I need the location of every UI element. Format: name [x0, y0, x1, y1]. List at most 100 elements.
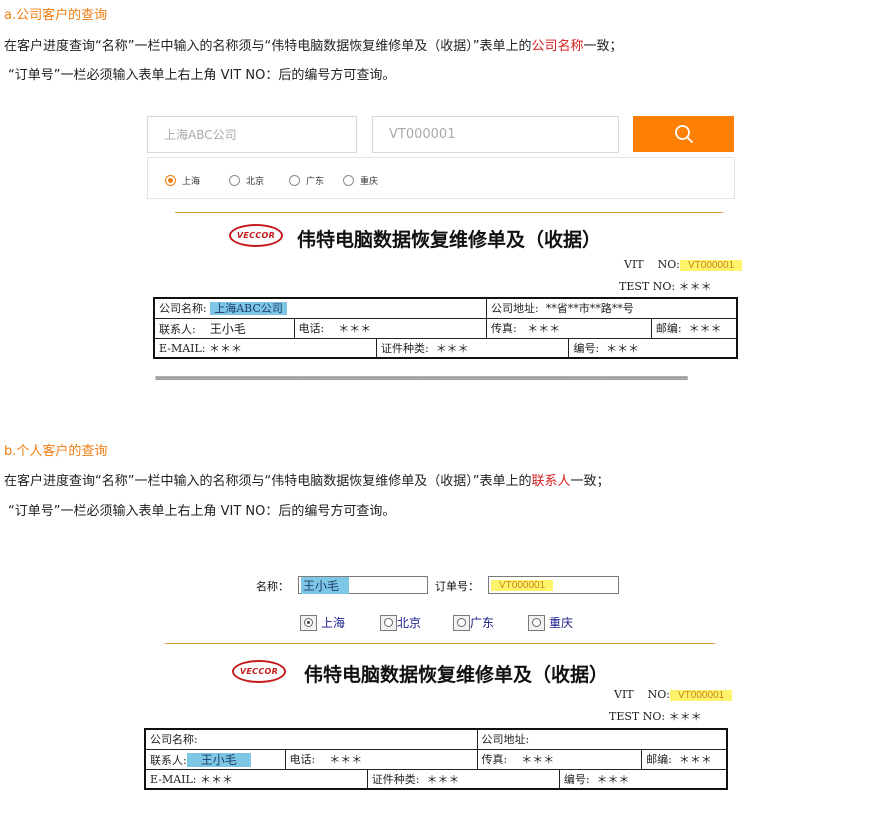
- form-b-divider: [165, 643, 715, 644]
- radio-selected-icon: [165, 175, 176, 186]
- form-a-separator: ========================================…: [155, 373, 688, 384]
- contact-label: 联系人:: [159, 322, 196, 336]
- fax-value: ＊＊＊: [527, 322, 561, 335]
- company-name-input[interactable]: 上海ABC公司: [147, 116, 357, 153]
- no-label: NO:: [657, 258, 680, 271]
- form-b-test-row: TEST NO: ＊＊＊: [609, 708, 702, 724]
- city-label: 北京: [397, 616, 422, 630]
- line1-end: 一致；: [583, 39, 623, 54]
- id-number-label: 编号:: [563, 772, 590, 786]
- phone-label: 电话:: [289, 753, 316, 766]
- city-radio-shanghai[interactable]: 上海: [165, 174, 200, 187]
- id-number-label: 编号:: [573, 341, 600, 355]
- zip-label: 邮编:: [655, 322, 682, 335]
- name-value: 王小毛: [301, 576, 350, 594]
- company-label: 公司名称:: [150, 733, 198, 747]
- id-number-value: ＊＊＊: [596, 772, 630, 786]
- contact-value: 王小毛: [209, 321, 246, 336]
- section-a-title: a.公司客户的查询: [4, 8, 108, 23]
- form-a-test-row: TEST NO: ＊＊＊: [619, 278, 712, 294]
- section-a-line2: “订单号”一栏必须输入表单上右上角 VIT NO：后的编号方可查询。: [8, 68, 396, 83]
- form-b-title: 伟特电脑数据恢复维修单及（收据）: [304, 664, 609, 686]
- address-cell: 公司地址:: [476, 728, 728, 750]
- radio-icon: [343, 175, 354, 186]
- contact-value: 王小毛: [186, 752, 251, 767]
- order-label: 订单号：: [435, 580, 479, 593]
- city-label: 北京: [246, 177, 265, 187]
- radio-icon: [380, 614, 397, 631]
- company-cell: 公司名称:: [144, 728, 478, 750]
- form-b-vit-row: VIT NO: VT000001: [614, 688, 733, 701]
- table-row: 联系人: 王小毛 电话: ＊＊＊ 传真: ＊＊＊ 邮编: ＊＊＊: [144, 748, 728, 770]
- email-value: ＊＊＊: [200, 772, 234, 786]
- name-input[interactable]: 王小毛: [298, 576, 428, 594]
- city-radio-guangdong[interactable]: 广东: [289, 174, 324, 187]
- old-city-radio-chongqing[interactable]: 重庆: [528, 614, 573, 631]
- line1-end: 一致；: [570, 474, 610, 489]
- section-b-line2: “订单号”一栏必须输入表单上右上角 VIT NO：后的编号方可查询。: [8, 504, 396, 519]
- id-type-cell: 证件种类: ＊＊＊: [366, 768, 560, 790]
- radio-icon: [453, 614, 470, 631]
- city-radio-chongqing[interactable]: 重庆: [343, 174, 378, 187]
- radio-icon: [528, 614, 545, 631]
- test-no-value: ＊＊＊: [678, 280, 712, 293]
- form-a-title: 伟特电脑数据恢复维修单及（收据）: [297, 229, 602, 251]
- radio-icon: [229, 175, 240, 186]
- order-input[interactable]: VT000001: [488, 576, 619, 594]
- vit-number: VT000001: [680, 260, 743, 271]
- order-number-input[interactable]: VT000001: [372, 116, 619, 153]
- table-row: E-MAIL: ＊＊＊ 证件种类: ＊＊＊ 编号: ＊＊＊: [144, 768, 728, 790]
- section-b-line1: 在客户进度查询“名称”一栏中输入的名称须与“伟特电脑数据恢复维修单及（收据）”表…: [4, 470, 609, 489]
- city-label: 广东: [306, 177, 325, 187]
- city-label: 上海: [321, 616, 346, 630]
- email-value: ＊＊＊: [209, 341, 243, 355]
- id-type-cell: 证件种类: ＊＊＊: [375, 337, 570, 359]
- address-label: 公司地址:: [490, 302, 539, 316]
- contact-cell: 联系人: 王小毛: [144, 748, 286, 770]
- test-no-label: TEST NO:: [609, 710, 666, 723]
- fax-value: ＊＊＊: [521, 753, 555, 766]
- table-row: 公司名称: 上海ABC公司 公司地址: **省**市**路**号: [153, 297, 738, 319]
- city-label: 重庆: [549, 616, 574, 630]
- veccor-logo: VECCOR: [229, 224, 283, 247]
- section-b-title: b.个人客户的查询: [4, 444, 108, 459]
- address-label: 公司地址:: [481, 733, 530, 747]
- test-no-value: ＊＊＊: [668, 710, 702, 723]
- table-row: 公司名称: 公司地址:: [144, 728, 728, 750]
- address-value: **省**市**路**号: [545, 302, 634, 316]
- id-type-value: ＊＊＊: [426, 772, 460, 786]
- old-city-radio-beijing[interactable]: 北京: [380, 614, 421, 631]
- zip-cell: 邮编: ＊＊＊: [641, 748, 728, 770]
- old-city-radio-shanghai[interactable]: 上海: [300, 614, 345, 631]
- zip-value: ＊＊＊: [678, 753, 712, 766]
- phone-value: ＊＊＊: [329, 753, 363, 766]
- line1-text: 在客户进度查询“名称”一栏中输入的名称须与“伟特电脑数据恢复维修单及（收据）”表…: [4, 474, 532, 489]
- contact-cell: 联系人: 王小毛: [153, 317, 295, 339]
- company-value: 上海ABC公司: [210, 302, 287, 316]
- address-cell: 公司地址: **省**市**路**号: [485, 297, 738, 319]
- name-label: 名称：: [256, 580, 289, 593]
- city-label: 重庆: [360, 177, 379, 187]
- zip-cell: 邮编: ＊＊＊: [650, 317, 738, 339]
- fax-label: 传真:: [481, 753, 508, 766]
- id-number-cell: 编号: ＊＊＊: [568, 337, 738, 359]
- form-a-table: 公司名称: 上海ABC公司 公司地址: **省**市**路**号 联系人: 王小…: [153, 297, 738, 359]
- id-type-label: 证件种类:: [371, 772, 420, 786]
- id-type-value: ＊＊＊: [435, 341, 469, 355]
- city-radio-beijing[interactable]: 北京: [229, 174, 264, 187]
- section-a-line1: 在客户进度查询“名称”一栏中输入的名称须与“伟特电脑数据恢复维修单及（收据）”表…: [4, 35, 622, 54]
- search-icon: [674, 125, 693, 143]
- old-city-radio-guangdong[interactable]: 广东: [453, 614, 494, 631]
- company-cell: 公司名称: 上海ABC公司: [153, 297, 487, 319]
- email-cell: E-MAIL: ＊＊＊: [153, 337, 377, 359]
- highlight-company-name: 公司名称: [531, 39, 584, 54]
- search-button[interactable]: [633, 116, 734, 152]
- city-label: 上海: [182, 177, 201, 187]
- veccor-logo: VECCOR: [232, 660, 286, 683]
- table-row: E-MAIL: ＊＊＊ 证件种类: ＊＊＊ 编号: ＊＊＊: [153, 337, 738, 359]
- contact-label: 联系人:: [150, 753, 187, 767]
- table-row: 联系人: 王小毛 电话: ＊＊＊ 传真: ＊＊＊ 邮编: ＊＊＊: [153, 317, 738, 339]
- vit-number: VT000001: [670, 690, 733, 701]
- radio-icon: [289, 175, 300, 186]
- phone-cell: 电话: ＊＊＊: [284, 748, 478, 770]
